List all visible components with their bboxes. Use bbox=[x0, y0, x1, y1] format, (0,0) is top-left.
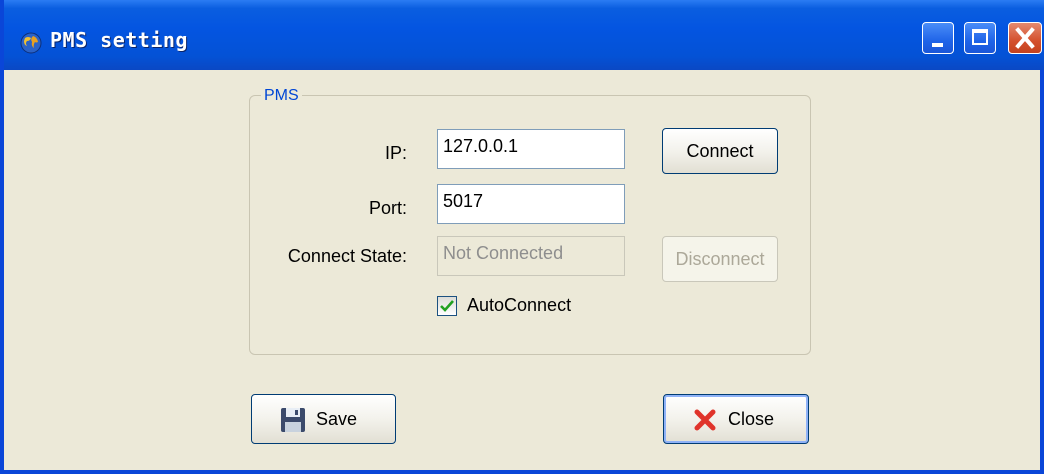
connect-state-field: Not Connected bbox=[437, 236, 625, 276]
autoconnect-label[interactable]: AutoConnect bbox=[467, 295, 571, 316]
connect-button[interactable]: Connect bbox=[662, 128, 778, 174]
minimize-button[interactable] bbox=[922, 22, 954, 54]
window-title: PMS setting bbox=[50, 28, 188, 52]
close-button-label: Close bbox=[728, 409, 775, 429]
connect-button-label: Connect bbox=[686, 141, 754, 161]
close-window-button[interactable] bbox=[1008, 22, 1042, 54]
port-field[interactable]: 5017 bbox=[437, 184, 625, 224]
title-bar[interactable]: PMS setting bbox=[4, 0, 1044, 70]
minimize-icon bbox=[932, 43, 943, 47]
save-button[interactable]: Save bbox=[251, 394, 396, 444]
ip-label: IP: bbox=[384, 143, 407, 163]
close-icon bbox=[1015, 27, 1035, 49]
group-title: PMS bbox=[261, 87, 302, 105]
globe-icon bbox=[20, 32, 42, 54]
close-button[interactable]: Close bbox=[663, 394, 809, 444]
autoconnect-checkbox[interactable] bbox=[437, 296, 457, 316]
disconnect-button: Disconnect bbox=[662, 236, 778, 282]
close-x-icon bbox=[694, 409, 716, 431]
disconnect-button-label: Disconnect bbox=[675, 249, 765, 269]
checkmark-icon bbox=[440, 300, 454, 312]
maximize-icon bbox=[972, 29, 988, 45]
connect-state-label: Connect State: bbox=[287, 246, 407, 266]
floppy-disk-icon bbox=[281, 408, 305, 432]
pms-setting-window: PMS setting PMS IP: 127.0.0.1 Port: 5017… bbox=[0, 0, 1044, 474]
ip-field[interactable]: 127.0.0.1 bbox=[437, 129, 625, 169]
port-label: Port: bbox=[368, 198, 407, 218]
save-button-label: Save bbox=[316, 409, 358, 429]
maximize-button[interactable] bbox=[964, 22, 996, 54]
